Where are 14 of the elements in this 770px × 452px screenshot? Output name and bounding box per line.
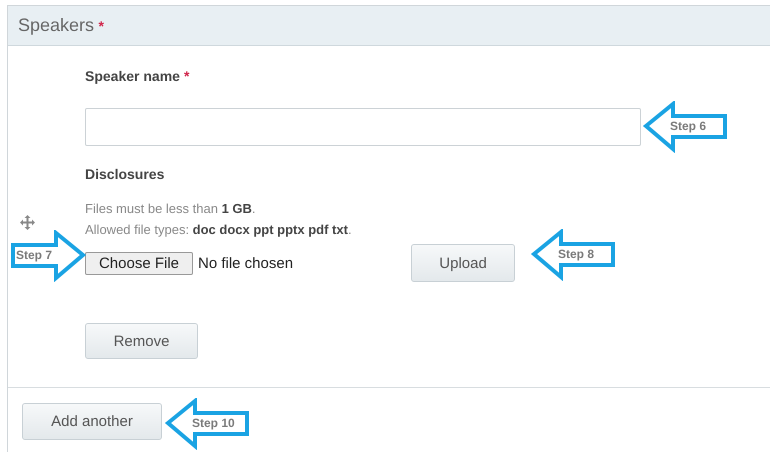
required-mark: *	[98, 18, 104, 34]
choose-file-button[interactable]: Choose File	[85, 252, 193, 274]
help-text: Allowed file types: doc docx ppt pptx pdf txt.	[85, 221, 353, 239]
section-title: Speakers	[18, 15, 94, 36]
add-another-button[interactable]: Add another	[22, 403, 162, 440]
help-text: Files must be less than 1 GB.	[85, 200, 257, 218]
required-mark: *	[184, 68, 190, 84]
file-status: No file chosen	[198, 254, 294, 272]
move-icon[interactable]	[20, 215, 35, 230]
field-label: Speaker name	[85, 68, 180, 84]
speaker-name-field[interactable]	[85, 108, 641, 146]
field-label: Disclosures	[85, 166, 164, 182]
remove-button[interactable]: Remove	[85, 323, 198, 359]
upload-button[interactable]: Upload	[411, 244, 516, 282]
